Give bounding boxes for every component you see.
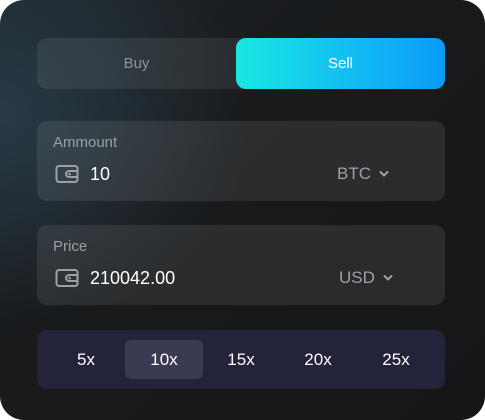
leverage-selector: 5x 10x 15x 20x 25x <box>37 330 445 389</box>
leverage-option-15x[interactable]: 15x <box>202 340 280 379</box>
buy-sell-toggle: Buy Sell <box>37 38 445 89</box>
amount-unit-label: BTC <box>337 164 371 183</box>
chevron-down-icon <box>383 275 393 281</box>
amount-unit-select[interactable]: BTC <box>337 164 389 184</box>
leverage-option-25x[interactable]: 25x <box>357 340 435 379</box>
leverage-option-5x[interactable]: 5x <box>47 340 125 379</box>
amount-label: Ammount <box>53 134 118 151</box>
sell-button[interactable]: Sell <box>236 38 445 89</box>
price-input[interactable]: 210042.00 <box>90 268 175 288</box>
buy-button[interactable]: Buy <box>37 38 236 89</box>
chevron-down-icon <box>379 171 389 177</box>
leverage-option-10x[interactable]: 10x <box>125 340 203 379</box>
price-unit-label: USD <box>339 268 375 287</box>
price-label: Price <box>53 238 88 255</box>
price-unit-select[interactable]: USD <box>339 268 393 288</box>
amount-input[interactable]: 10 <box>90 164 110 184</box>
leverage-option-20x[interactable]: 20x <box>279 340 357 379</box>
trade-panel: Buy Sell Ammount 10 BTC Price 210042.00 … <box>0 0 485 420</box>
wallet-icon <box>55 269 79 287</box>
price-field[interactable]: Price 210042.00 USD <box>37 225 445 305</box>
wallet-icon <box>55 165 79 183</box>
amount-field[interactable]: Ammount 10 BTC <box>37 121 445 201</box>
